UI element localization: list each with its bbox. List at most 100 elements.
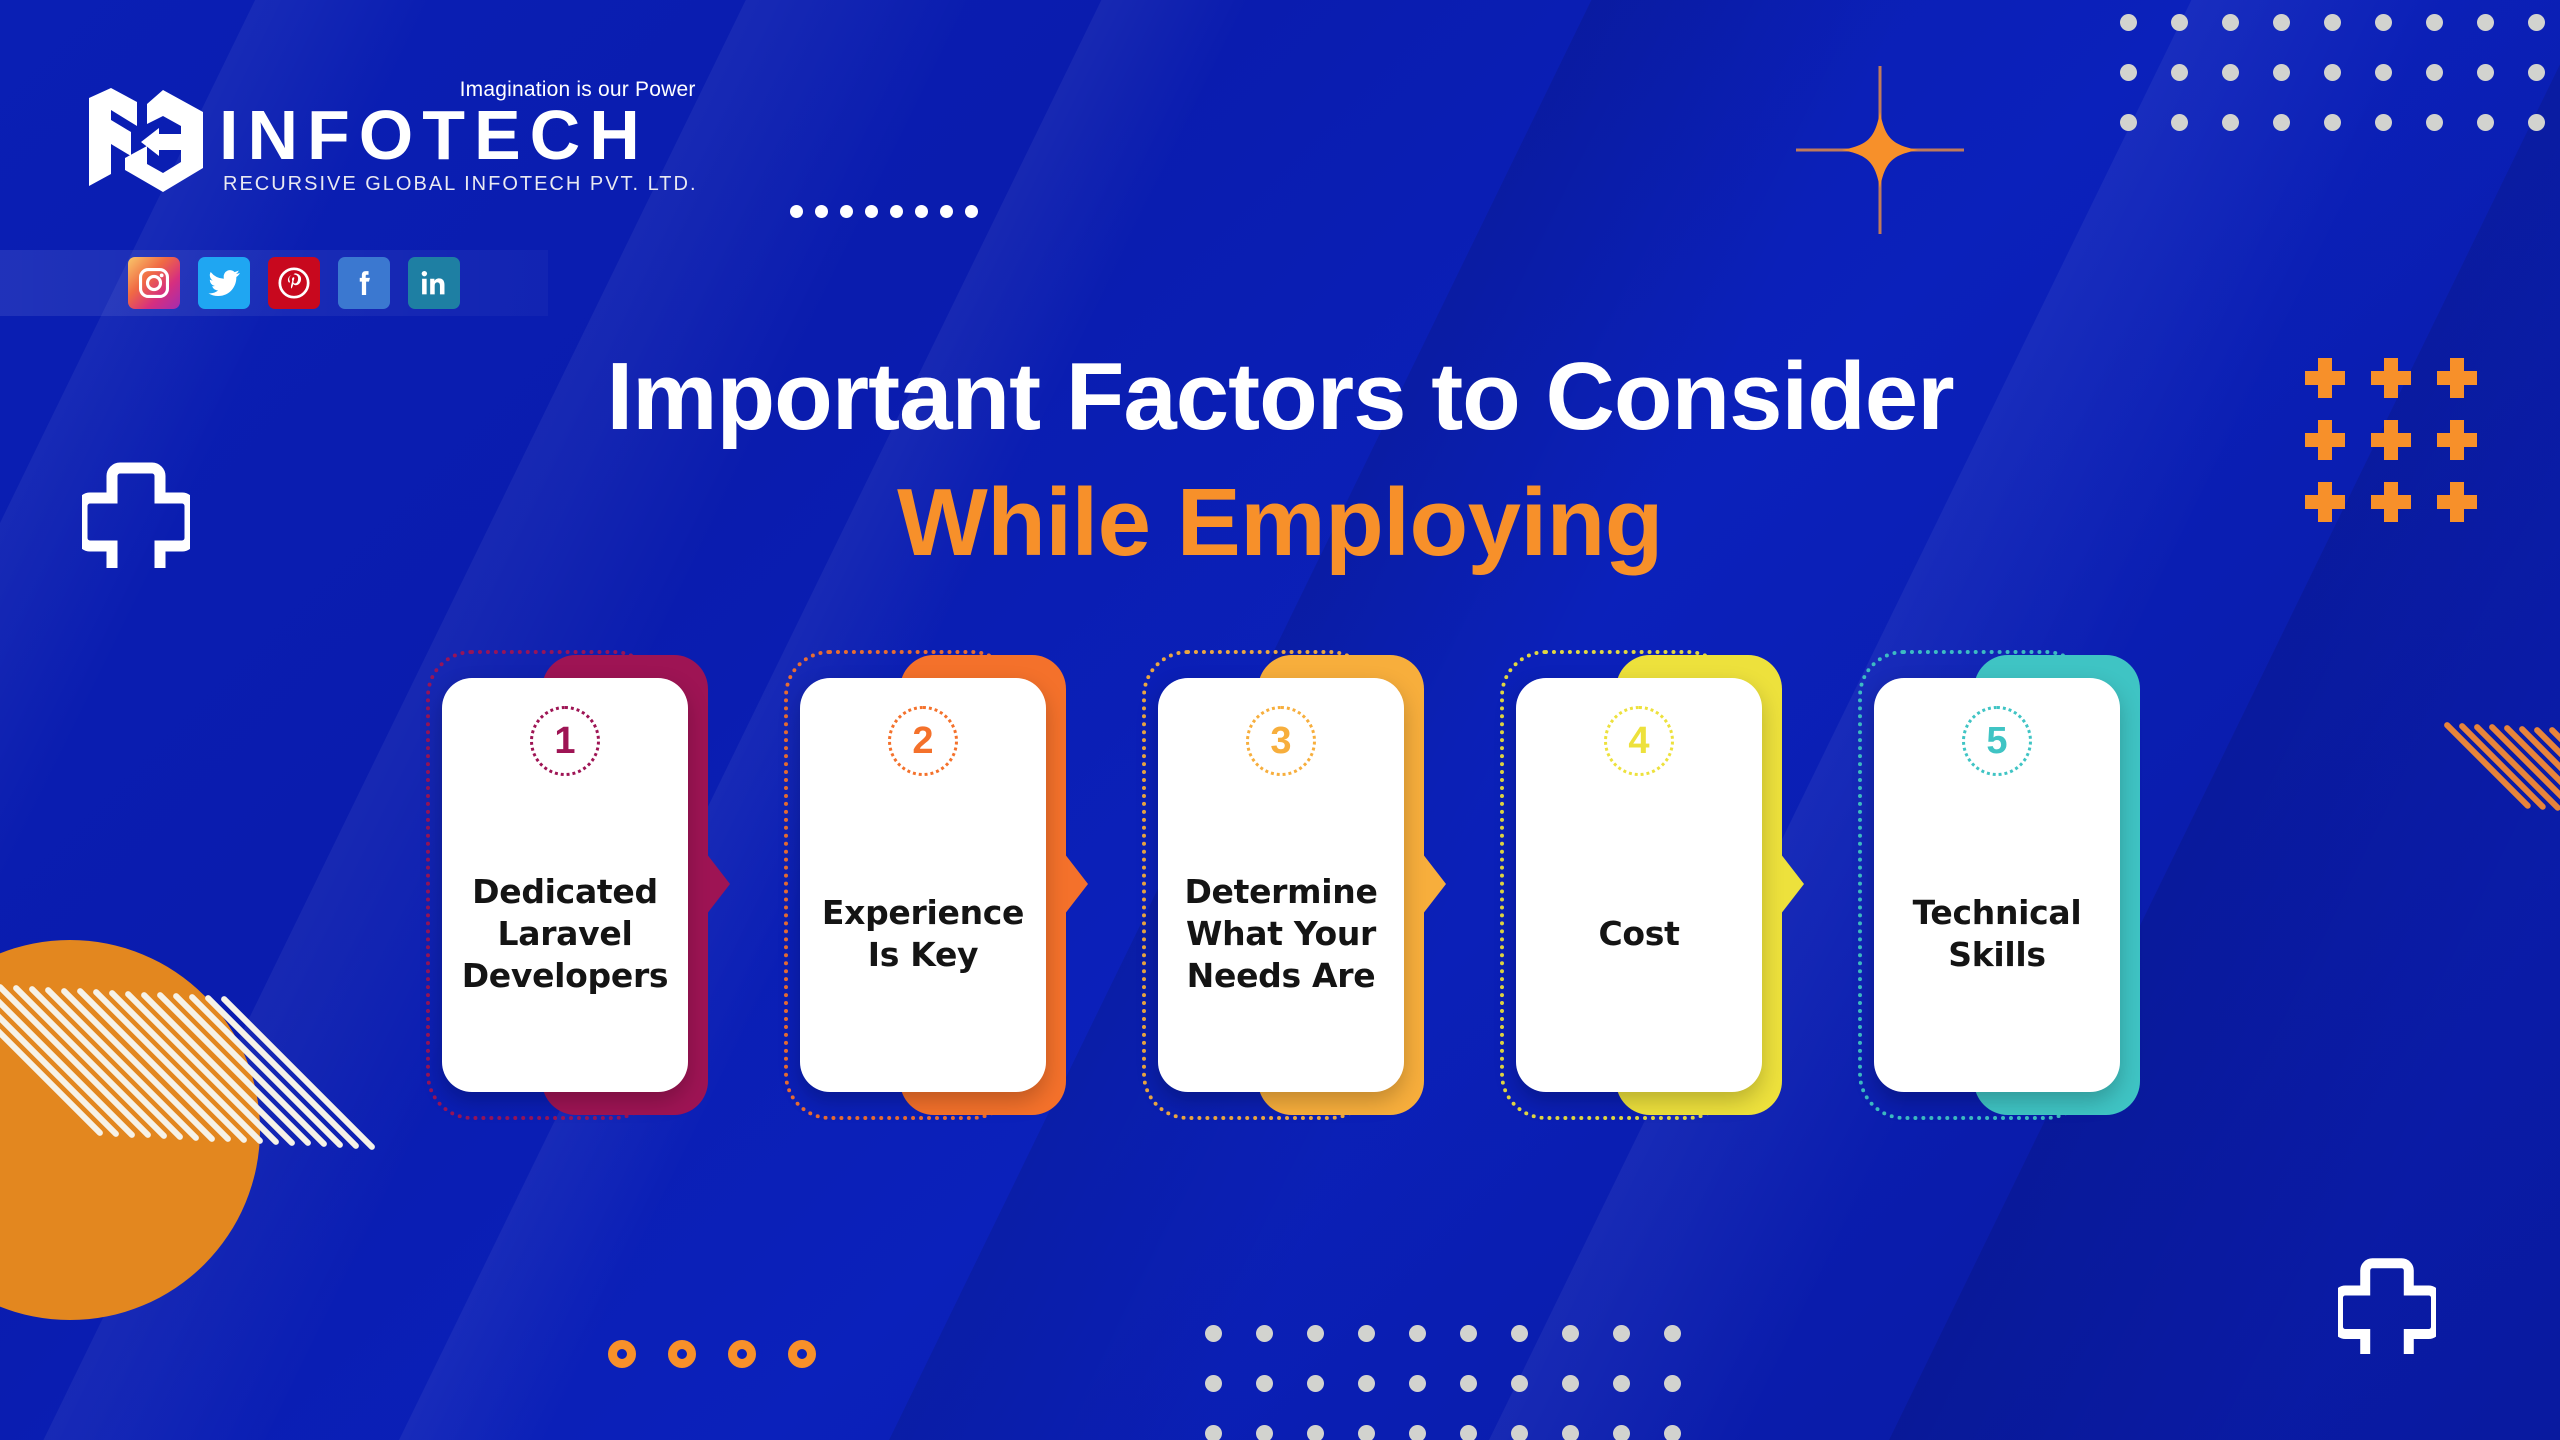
factor-card[interactable]: 2 Experience Is Key bbox=[778, 650, 1136, 1120]
card-label: Experience Is Key bbox=[821, 892, 1025, 974]
card-arrow-connector bbox=[696, 840, 730, 928]
hatch-lines-right-decor bbox=[2442, 720, 2560, 980]
decor-dot bbox=[865, 205, 878, 218]
decor-dot bbox=[2273, 114, 2290, 131]
factor-card[interactable]: 4 Cost bbox=[1494, 650, 1852, 1120]
decor-dot bbox=[1562, 1325, 1579, 1342]
decor-dot bbox=[1256, 1425, 1273, 1440]
decor-dot bbox=[1460, 1425, 1477, 1440]
decor-dot bbox=[2222, 14, 2239, 31]
decor-dot bbox=[1562, 1425, 1579, 1440]
headline-block: Important Factors to Consider While Empl… bbox=[0, 345, 2560, 576]
decor-dot bbox=[1511, 1375, 1528, 1392]
headline-line-2: While Employing bbox=[897, 468, 1663, 576]
factor-card[interactable]: 5 Technical Skills bbox=[1852, 650, 2210, 1120]
decor-dot bbox=[1358, 1375, 1375, 1392]
decor-dot bbox=[2324, 64, 2341, 81]
decor-dot bbox=[2324, 114, 2341, 131]
factor-card[interactable]: 3 Determine What Your Needs Are bbox=[1136, 650, 1494, 1120]
social-links-bar bbox=[0, 250, 548, 316]
decor-dot bbox=[1664, 1375, 1681, 1392]
decor-dot bbox=[1511, 1425, 1528, 1440]
decor-dot bbox=[2324, 14, 2341, 31]
decor-dot bbox=[2426, 114, 2443, 131]
decor-dot bbox=[2375, 114, 2392, 131]
decor-dot bbox=[890, 205, 903, 218]
decor-dot bbox=[815, 205, 828, 218]
decor-dot bbox=[1409, 1325, 1426, 1342]
card-body[interactable]: 4 Cost bbox=[1516, 678, 1762, 1092]
decor-dot bbox=[1205, 1325, 1222, 1342]
ring-decor bbox=[788, 1340, 816, 1368]
decor-dot bbox=[1358, 1425, 1375, 1440]
decor-dot bbox=[2273, 64, 2290, 81]
decor-dot bbox=[1613, 1425, 1630, 1440]
decor-dot bbox=[1613, 1325, 1630, 1342]
decor-dot bbox=[2120, 64, 2137, 81]
decor-dot bbox=[2477, 64, 2494, 81]
linkedin-icon[interactable] bbox=[408, 257, 460, 309]
decor-dot bbox=[1307, 1375, 1324, 1392]
card-number-badge: 2 bbox=[888, 706, 958, 776]
card-body[interactable]: 3 Determine What Your Needs Are bbox=[1158, 678, 1404, 1092]
pinterest-icon[interactable] bbox=[268, 257, 320, 309]
brand-tagline: Imagination is our Power bbox=[459, 77, 696, 101]
card-number-badge: 5 bbox=[1962, 706, 2032, 776]
sparkle-icon bbox=[1790, 60, 1970, 245]
facebook-icon[interactable] bbox=[338, 257, 390, 309]
decor-dot bbox=[2528, 14, 2545, 31]
decor-dot bbox=[2375, 14, 2392, 31]
decor-dot bbox=[1256, 1375, 1273, 1392]
card-arrow-connector bbox=[1770, 840, 1804, 928]
decor-dot bbox=[2171, 114, 2188, 131]
decor-dot bbox=[2528, 64, 2545, 81]
instagram-icon[interactable] bbox=[128, 257, 180, 309]
card-label: Dedicated Laravel Developers bbox=[461, 871, 669, 996]
decor-dot bbox=[2120, 14, 2137, 31]
decor-dot bbox=[1205, 1425, 1222, 1440]
ring-decor bbox=[608, 1340, 636, 1368]
decor-dot bbox=[2222, 64, 2239, 81]
decor-dot bbox=[1307, 1325, 1324, 1342]
factor-card-list: 1 Dedicated Laravel Developers 2 Experience… bbox=[420, 650, 2210, 1120]
ring-row-decor bbox=[608, 1340, 816, 1368]
decor-dot bbox=[840, 205, 853, 218]
decor-dot bbox=[1307, 1425, 1324, 1440]
decor-dot bbox=[940, 205, 953, 218]
card-body[interactable]: 2 Experience Is Key bbox=[800, 678, 1046, 1092]
brand-name: INFOTECH bbox=[219, 95, 649, 174]
decor-dot bbox=[1256, 1325, 1273, 1342]
decor-dot bbox=[1409, 1425, 1426, 1440]
decor-dot bbox=[915, 205, 928, 218]
dot-row-header bbox=[790, 205, 990, 218]
card-body[interactable]: 5 Technical Skills bbox=[1874, 678, 2120, 1092]
decor-dot bbox=[2120, 114, 2137, 131]
decor-dot bbox=[2222, 114, 2239, 131]
dot-grid-top-right bbox=[2120, 14, 2560, 164]
card-label: Technical Skills bbox=[1912, 892, 2082, 974]
decor-dot bbox=[965, 205, 978, 218]
twitter-icon[interactable] bbox=[198, 257, 250, 309]
decor-dot bbox=[2273, 14, 2290, 31]
decor-dot bbox=[1511, 1325, 1528, 1342]
factor-card[interactable]: 1 Dedicated Laravel Developers bbox=[420, 650, 778, 1120]
card-body[interactable]: 1 Dedicated Laravel Developers bbox=[442, 678, 688, 1092]
decor-dot bbox=[2426, 14, 2443, 31]
decor-dot bbox=[2171, 14, 2188, 31]
card-label: Determine What Your Needs Are bbox=[1184, 871, 1378, 996]
card-arrow-connector bbox=[1054, 840, 1088, 928]
brand-logo[interactable]: Imagination is our Power INFOTECH RECURS… bbox=[85, 78, 698, 196]
decor-dot bbox=[1613, 1375, 1630, 1392]
brand-legal-name: RECURSIVE GLOBAL INFOTECH PVT. LTD. bbox=[223, 173, 698, 195]
decor-dot bbox=[790, 205, 803, 218]
decor-dot bbox=[2528, 114, 2545, 131]
dot-grid-bottom bbox=[1205, 1325, 1715, 1440]
card-label: Cost bbox=[1598, 913, 1680, 953]
ring-decor bbox=[728, 1340, 756, 1368]
decor-dot bbox=[2375, 64, 2392, 81]
decor-dot bbox=[1460, 1325, 1477, 1342]
card-number-badge: 1 bbox=[530, 706, 600, 776]
rg-logo-icon bbox=[85, 88, 215, 196]
headline-line-1: Important Factors to Consider bbox=[606, 343, 1954, 450]
decor-dot bbox=[2426, 64, 2443, 81]
